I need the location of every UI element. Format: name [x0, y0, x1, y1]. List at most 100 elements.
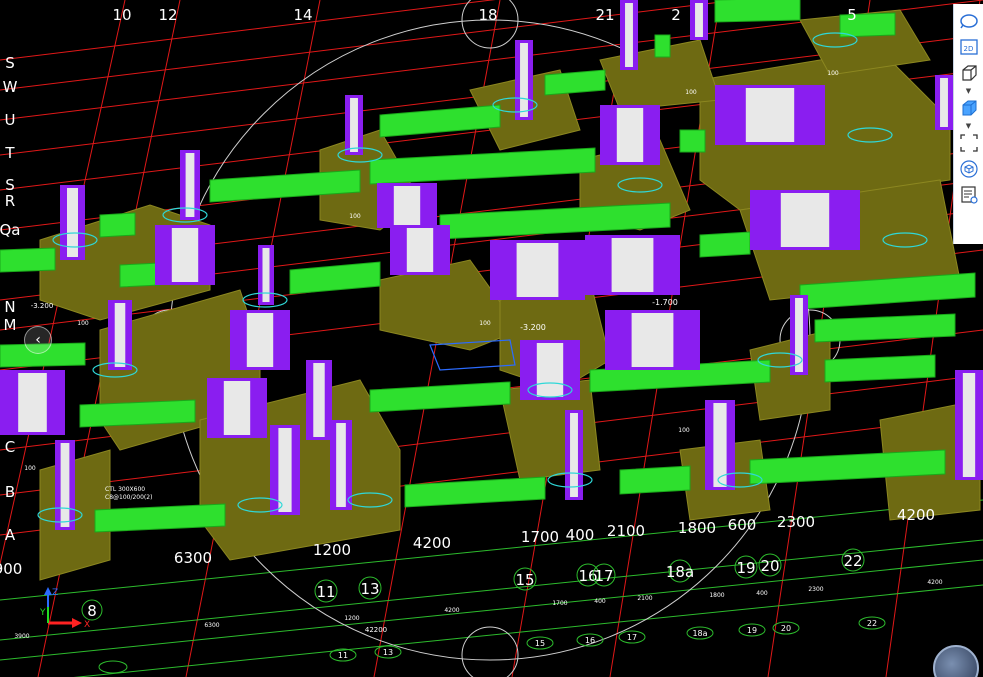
- cube-view-button[interactable]: [956, 156, 982, 182]
- dimension-small: 400: [756, 590, 768, 597]
- cube-view-icon: [959, 160, 978, 178]
- column-face: [962, 373, 976, 477]
- dimension-total: 42200: [365, 626, 387, 634]
- axis-label-lower: 19: [747, 626, 757, 635]
- column-face: [393, 186, 421, 225]
- column-face: [616, 108, 644, 162]
- axis-bubble-lower: [98, 660, 128, 674]
- axis-label-top: 14: [293, 6, 312, 24]
- elevation-label: -1.700: [652, 298, 678, 307]
- column-face: [625, 3, 633, 67]
- column-face: [780, 193, 830, 247]
- dimension-small: 2100: [637, 595, 652, 602]
- dimension-small: 1700: [552, 600, 567, 607]
- view-2d-button[interactable]: 2D: [956, 34, 982, 60]
- ucs-axis-indicator: Z X Y: [39, 587, 90, 630]
- axis-label-top: 5: [847, 6, 857, 24]
- beam: [824, 354, 936, 383]
- beam: [289, 261, 381, 295]
- axis-label-left: C: [5, 438, 15, 456]
- axis-label-left: A: [5, 526, 16, 544]
- column-face: [570, 413, 578, 497]
- axis-label-top: 2: [671, 6, 681, 24]
- column-face: [631, 313, 674, 367]
- view-3d-box-icon: [961, 65, 977, 81]
- view-solid-button[interactable]: [956, 95, 982, 121]
- axis-label-left: M: [4, 316, 17, 334]
- dimension-line: [0, 539, 983, 641]
- column-face: [536, 343, 564, 397]
- axis-label-lower: 20: [781, 624, 791, 633]
- column-face: [516, 243, 559, 297]
- dimension-small: 1800: [709, 592, 724, 599]
- ucs-x-label: X: [84, 620, 90, 630]
- dimension-small: 100: [685, 89, 697, 96]
- column-face: [940, 78, 948, 127]
- axis-label-bottom: 19: [736, 559, 755, 577]
- dimension-small: 100: [479, 320, 491, 327]
- beam: [0, 247, 56, 273]
- dimension-line: [73, 584, 983, 677]
- axis-label-lower: 16: [585, 636, 595, 645]
- dimension-line: [0, 559, 983, 661]
- axis-label-left: U: [5, 111, 16, 129]
- axis-label-left: T: [4, 144, 15, 162]
- dimension-small: 3900: [14, 633, 29, 640]
- solid-dropdown-caret[interactable]: ▼: [956, 121, 982, 130]
- collapse-panel-button[interactable]: ‹: [24, 326, 52, 354]
- zoom-extents-icon: [959, 134, 978, 152]
- dimension-value-left: 900: [0, 560, 22, 578]
- dimension-value: 6300: [174, 549, 212, 567]
- view-dropdown-caret[interactable]: ▼: [956, 86, 982, 95]
- axis-label-lower: 17: [627, 633, 637, 642]
- ucs-z-label: Z: [52, 588, 58, 598]
- dimension-small: 100: [827, 70, 839, 77]
- dimension-small: 1200: [344, 615, 359, 622]
- axis-label-bottom: 18a: [666, 563, 694, 581]
- view-3d-box-button[interactable]: [956, 60, 982, 86]
- dimension-value: 400: [566, 526, 595, 544]
- zoom-extents-button[interactable]: [956, 130, 982, 156]
- view-2d-label: 2D: [963, 45, 973, 53]
- axis-label-left: S: [5, 54, 15, 72]
- elevation-label: -3.200: [520, 323, 546, 332]
- axis-label-lower: 22: [867, 619, 877, 628]
- axis-label-bottom: 13: [360, 580, 379, 598]
- axis-label-left: B: [5, 483, 15, 501]
- beam-annotation: C8@100/200(2): [105, 494, 152, 501]
- axis-label-bottom: 17: [594, 567, 613, 585]
- axis-label-top: 12: [158, 6, 177, 24]
- column-face: [695, 3, 703, 37]
- dimension-value: 2300: [777, 513, 815, 531]
- dimension-small: 100: [24, 465, 36, 472]
- column-face: [336, 423, 346, 507]
- axis-label-lower: 13: [383, 648, 393, 657]
- elevation-label: -3.200: [31, 302, 54, 310]
- view-solid-icon: [962, 100, 976, 116]
- column-face: [278, 428, 292, 512]
- view-2d-icon: 2D: [959, 39, 978, 55]
- beam: [404, 476, 546, 508]
- axis-label-top: 10: [112, 6, 131, 24]
- orbit-button[interactable]: [956, 8, 982, 34]
- column-face: [313, 363, 325, 437]
- orbit-handle-bottom[interactable]: [461, 626, 519, 677]
- beam: [699, 231, 751, 258]
- column-face: [171, 228, 199, 282]
- dimension-small: 6300: [204, 622, 219, 629]
- column-face: [406, 228, 434, 272]
- dimension-value: 4200: [413, 534, 451, 552]
- column-face: [246, 313, 274, 367]
- display-settings-button[interactable]: [956, 182, 982, 208]
- axis-label-bottom: 20: [760, 557, 779, 575]
- beam: [714, 0, 801, 23]
- dimension-value: 4200: [897, 506, 935, 524]
- axis-label-bottom: 15: [515, 571, 534, 589]
- orbit-icon: [959, 14, 978, 29]
- column-face: [262, 248, 270, 302]
- structural-model-canvas[interactable]: 10 12 14 18 21 2 5SWUTSRQaNMCBA6300 1200 4200 170…: [0, 0, 983, 677]
- column-face: [185, 153, 195, 217]
- beam: [679, 129, 706, 153]
- dimension-value: 1700: [521, 528, 559, 546]
- 3d-model-viewport[interactable]: 10 12 14 18 21 2 5 S W U T S R Qa N M C B A 6300 1200 4200 170…: [0, 0, 983, 677]
